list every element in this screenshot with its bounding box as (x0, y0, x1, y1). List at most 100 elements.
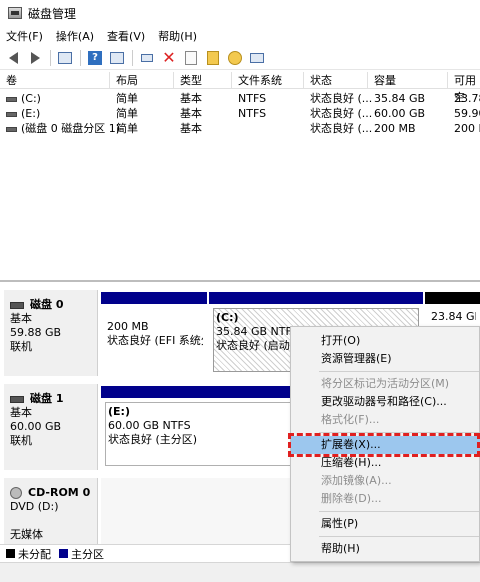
volume-name: (E:) (21, 107, 41, 120)
disk-icon (10, 395, 24, 403)
free-cell: 200 M (454, 122, 480, 135)
drive-icon (6, 126, 17, 132)
partition-bar (209, 292, 423, 304)
disk-name: CD-ROM 0 (28, 486, 91, 499)
drive-icon (6, 96, 17, 102)
disk-size: 59.88 GB (10, 326, 62, 339)
menu-separator (319, 536, 479, 537)
menu-item-properties[interactable]: 属性(P) (291, 515, 480, 533)
back-arrow-icon (8, 51, 18, 64)
menu-item-mark-active: 将分区标记为活动分区(M) (321, 377, 450, 390)
check-icon (185, 50, 197, 65)
menu-help[interactable]: 帮助(H) (158, 28, 197, 44)
title-bar: 磁盘管理 (0, 0, 480, 26)
drive-icon (6, 111, 17, 117)
column-header-status[interactable]: 状态 (304, 72, 368, 89)
partition-title: (C:) (216, 311, 239, 324)
menu-view[interactable]: 查看(V) (107, 28, 145, 44)
forward-button[interactable] (26, 49, 44, 67)
free-cell: 59.90 (454, 107, 480, 120)
layout-cell: 简单 (116, 92, 138, 105)
refresh-icon (207, 50, 219, 65)
status-cell: 状态良好 (... (310, 122, 373, 135)
help-icon: ? (88, 50, 102, 65)
partition-status: 状态良好 (EFI 系统分 (107, 334, 203, 347)
volume-name: (C:) (21, 92, 41, 105)
type-cell: 基本 (180, 107, 202, 120)
console-tree-button[interactable] (56, 49, 74, 67)
disk-type: DVD (D:) (10, 500, 59, 513)
type-cell: 基本 (180, 92, 202, 105)
menu-item-open[interactable]: 打开(O) (291, 332, 480, 350)
console-tree-icon (58, 51, 72, 64)
disk-1-label[interactable]: 磁盘 1 基本 60.00 GB 联机 (4, 384, 98, 470)
partition-efi[interactable]: 200 MB 状态良好 (EFI 系统分 (101, 292, 207, 376)
legend-unallocated: 未分配 (18, 547, 51, 561)
partition-bar (101, 292, 207, 304)
settings-icon (250, 52, 264, 63)
menu-item-delete-volume: 删除卷(D)... (321, 492, 382, 505)
partition-size: 23.84 GB (431, 310, 476, 323)
check-button[interactable] (182, 49, 200, 67)
menu-separator (319, 511, 479, 512)
table-row[interactable]: (C:) 简单 基本 NTFS 状态良好 (... 35.84 GB 23.78 (0, 91, 480, 106)
column-header-type[interactable]: 类型 (174, 72, 232, 89)
disk-name: 磁盘 1 (30, 392, 64, 405)
status-bar (0, 562, 480, 582)
partition-size: 200 MB (107, 320, 149, 333)
menu-item-format: 格式化(F)... (321, 413, 380, 426)
toolbar-separator (132, 49, 133, 66)
cdrom-0-label[interactable]: CD-ROM 0 DVD (D:) 无媒体 (4, 478, 98, 544)
partition-info: 200 MB 状态良好 (EFI 系统分 (105, 308, 203, 372)
disk-name: 磁盘 0 (30, 298, 64, 311)
disk-type: 基本 (10, 312, 32, 325)
rescan-button[interactable] (226, 49, 244, 67)
filesystem-cell: NTFS (238, 107, 267, 120)
connect-button[interactable] (138, 49, 156, 67)
delete-icon: ✕ (162, 47, 176, 67)
volume-name: (磁盘 0 磁盘分区 1) (21, 122, 121, 135)
window-title: 磁盘管理 (28, 6, 77, 21)
disk-size: 60.00 GB (10, 420, 62, 433)
column-header-filesystem[interactable]: 文件系统 (232, 72, 304, 89)
disk-0-label[interactable]: 磁盘 0 基本 59.88 GB 联机 (4, 290, 98, 376)
column-header-layout[interactable]: 布局 (110, 72, 174, 89)
disk-type: 基本 (10, 406, 32, 419)
menu-bar: 文件(F) 操作(A) 查看(V) 帮助(H) (0, 26, 480, 46)
column-header-free[interactable]: 可用空 (448, 72, 480, 104)
capacity-cell: 200 MB (374, 122, 416, 135)
settings-button[interactable] (248, 49, 266, 67)
table-row[interactable]: (E:) 简单 基本 NTFS 状态良好 (... 60.00 GB 59.90 (0, 106, 480, 121)
menu-item-help[interactable]: 帮助(H) (291, 540, 480, 558)
column-header-volume[interactable]: 卷 (0, 72, 110, 89)
back-button[interactable] (4, 49, 22, 67)
toolbar-separator (50, 49, 51, 66)
properties-button[interactable] (108, 49, 126, 67)
menu-item-explore[interactable]: 资源管理器(E) (291, 350, 480, 368)
table-row[interactable]: (磁盘 0 磁盘分区 1) 简单 基本 状态良好 (... 200 MB 200… (0, 121, 480, 136)
volume-cell: (磁盘 0 磁盘分区 1) (6, 121, 120, 136)
toolbar-separator (80, 49, 81, 66)
disk-status: 联机 (10, 340, 32, 353)
menu-action[interactable]: 操作(A) (56, 28, 94, 44)
disk-status: 无媒体 (10, 528, 43, 541)
capacity-cell: 60.00 GB (374, 107, 426, 120)
status-cell: 状态良好 (... (310, 107, 373, 120)
menu-item-change-drive-letter[interactable]: 更改驱动器号和路径(C)... (291, 393, 480, 411)
type-cell: 基本 (180, 122, 202, 135)
disk-management-icon (8, 7, 22, 19)
refresh-button[interactable] (204, 49, 222, 67)
volume-list-header: 卷 布局 类型 文件系统 状态 容量 可用空 (0, 72, 480, 104)
cd-rom-icon (10, 487, 22, 499)
legend-primary: 主分区 (71, 547, 104, 561)
column-header-capacity[interactable]: 容量 (368, 72, 448, 89)
rescan-icon (228, 50, 242, 65)
delete-button[interactable]: ✕ (160, 49, 178, 67)
menu-file[interactable]: 文件(F) (6, 28, 43, 44)
layout-cell: 简单 (116, 107, 138, 120)
help-button[interactable]: ? (86, 49, 104, 67)
unallocated-swatch (6, 549, 15, 558)
filesystem-cell: NTFS (238, 92, 267, 105)
primary-partition-swatch (59, 549, 68, 558)
menu-separator (319, 371, 479, 372)
